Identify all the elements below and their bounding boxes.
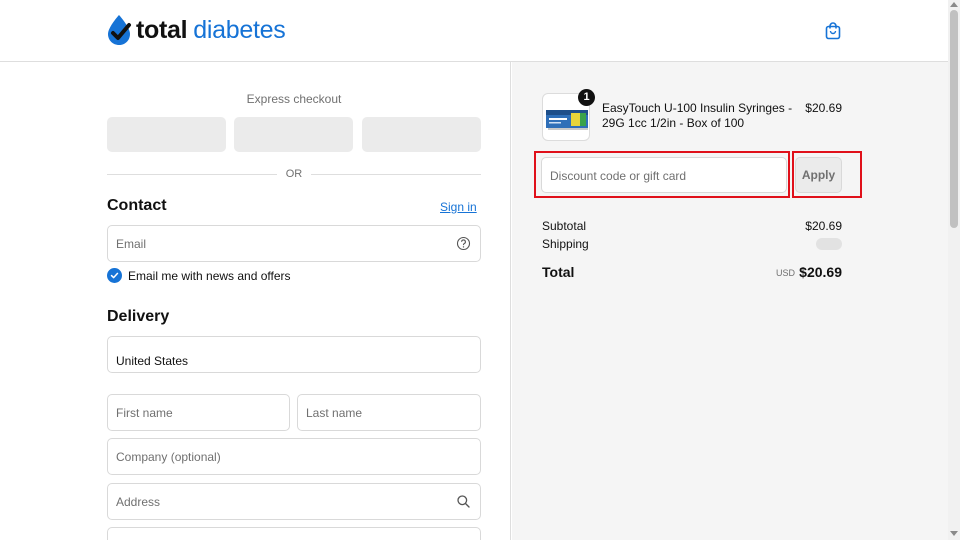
scroll-down-arrow-icon[interactable] <box>950 531 958 537</box>
express-pay-button-3[interactable] <box>362 117 481 152</box>
last-name-field[interactable]: Last name <box>297 394 481 431</box>
quantity-badge: 1 <box>578 89 595 106</box>
contact-title: Contact <box>107 197 167 214</box>
company-field[interactable]: Company (optional) <box>107 438 481 475</box>
address-placeholder: Address <box>116 495 161 509</box>
scroll-up-arrow-icon[interactable] <box>950 1 958 7</box>
country-select[interactable]: United States <box>107 336 481 373</box>
first-name-field[interactable]: First name <box>107 394 290 431</box>
apply-button-highlight <box>792 151 862 198</box>
product-name: EasyTouch U-100 Insulin Syringes - 29G 1… <box>602 101 793 130</box>
brand-logo[interactable]: total diabetes <box>106 14 286 46</box>
search-icon <box>457 495 470 508</box>
express-checkout-title: Express checkout <box>246 92 342 106</box>
or-divider: OR <box>107 167 481 181</box>
subtotal-label: Subtotal <box>542 219 587 233</box>
express-pay-button-1[interactable] <box>107 117 226 152</box>
news-checkbox[interactable] <box>107 268 122 283</box>
scrollbar-thumb[interactable] <box>950 10 958 228</box>
shipping-loading-placeholder <box>816 238 842 250</box>
total-label: Total <box>542 264 575 280</box>
news-checkbox-label: Email me with news and offers <box>128 268 291 283</box>
last-name-placeholder: Last name <box>306 406 363 420</box>
address-field[interactable]: Address <box>107 483 481 520</box>
sign-in-link[interactable]: Sign in <box>440 200 477 214</box>
shipping-label: Shipping <box>542 237 589 251</box>
express-pay-button-2[interactable] <box>234 117 353 152</box>
cart-button[interactable] <box>822 20 844 42</box>
address-line-2-field[interactable] <box>107 527 481 540</box>
first-name-placeholder: First name <box>116 406 173 420</box>
country-value: United States <box>116 354 189 368</box>
product-price: $20.69 <box>805 101 842 115</box>
checkmark-icon <box>110 272 119 279</box>
company-placeholder: Company (optional) <box>116 450 221 464</box>
email-field[interactable]: Email <box>107 225 481 262</box>
logo-wordmark-light: diabetes <box>193 16 286 44</box>
page-scrollbar[interactable] <box>948 0 960 540</box>
total-value: $20.69 <box>799 264 842 280</box>
site-header: total diabetes <box>0 0 948 62</box>
news-opt-in: Email me with news and offers <box>107 268 291 283</box>
email-placeholder: Email <box>116 237 147 251</box>
shopping-bag-icon <box>825 22 841 40</box>
delivery-title: Delivery <box>107 308 170 325</box>
divider-line-right <box>311 174 481 175</box>
discount-input-highlight <box>534 151 790 198</box>
help-circle-icon[interactable] <box>456 236 471 251</box>
total-currency: USD <box>775 268 795 278</box>
logo-wordmark-bold: total <box>136 16 188 44</box>
subtotal-value: $20.69 <box>805 219 842 233</box>
blood-drop-check-icon <box>108 15 131 45</box>
